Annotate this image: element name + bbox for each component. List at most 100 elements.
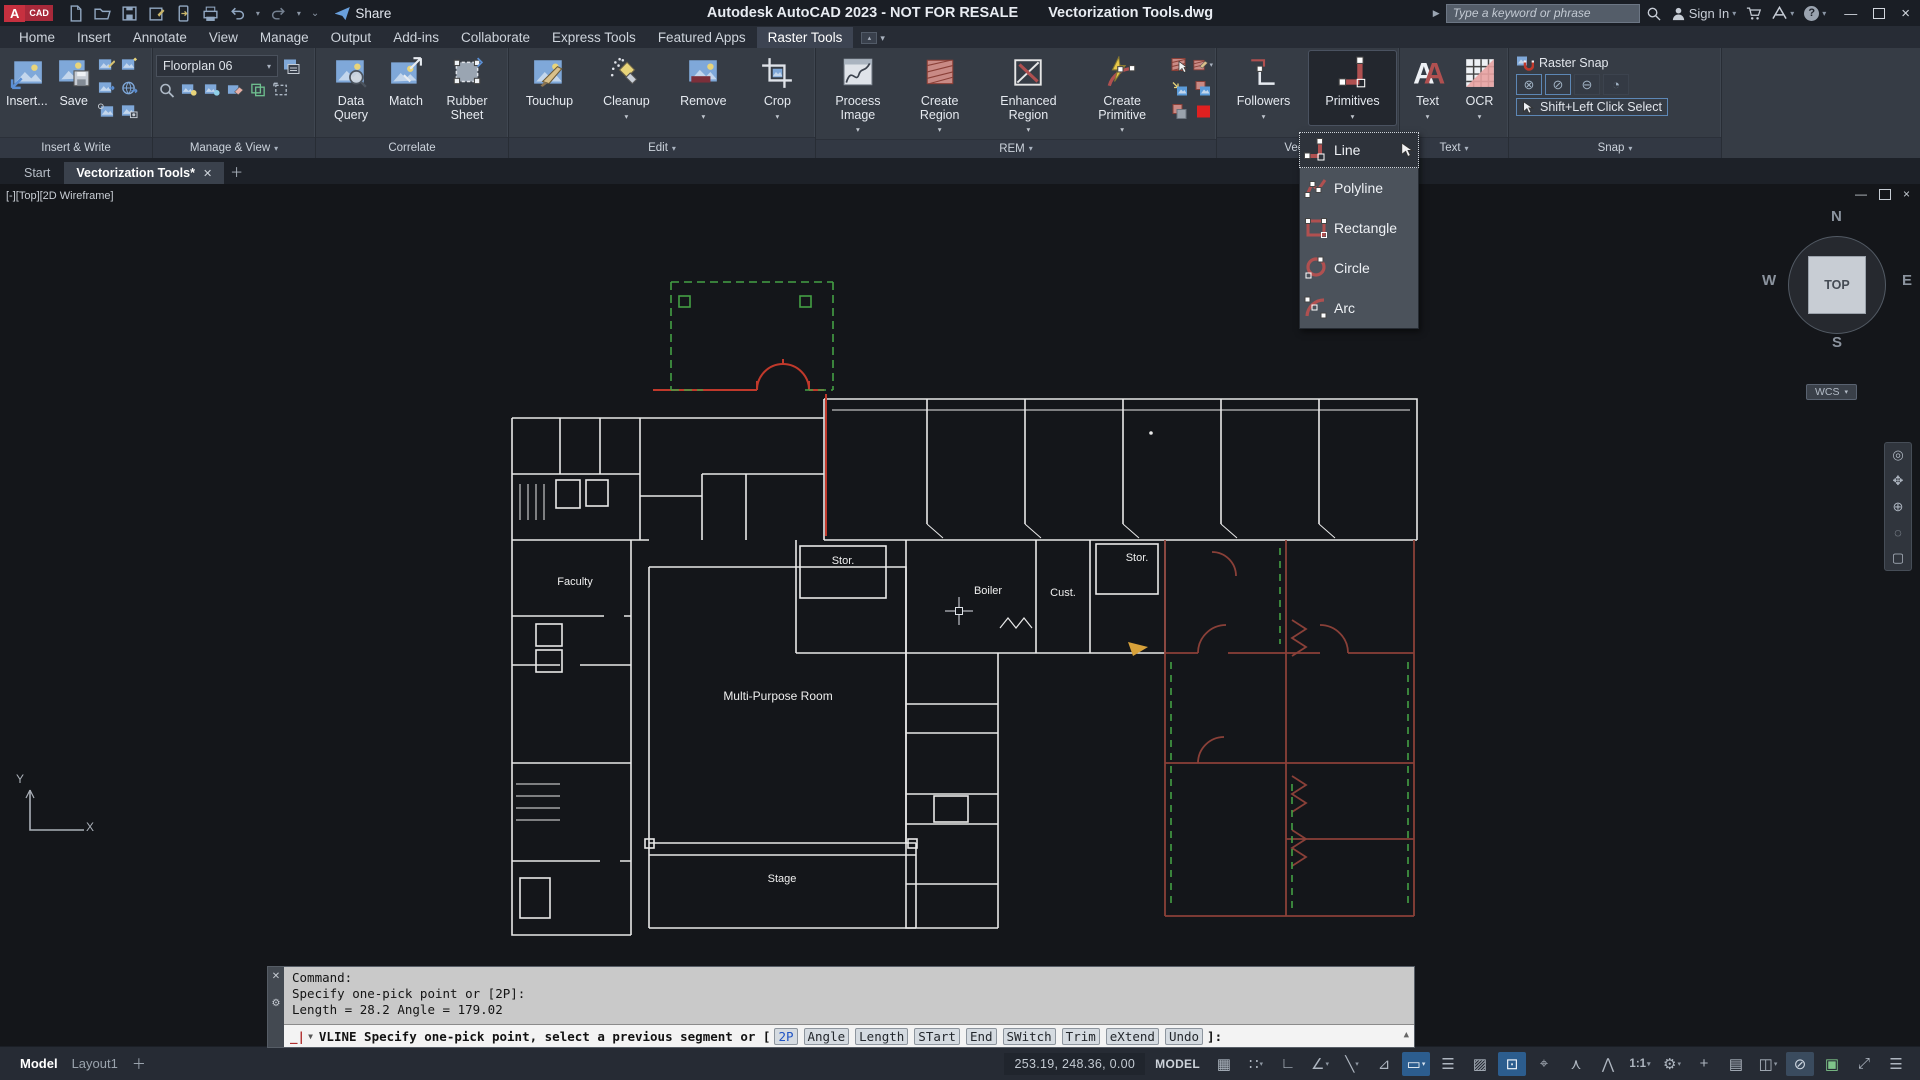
orbit-icon[interactable]: ◌ <box>1894 525 1902 540</box>
viewcube-west[interactable]: W <box>1762 272 1776 289</box>
isodraft-toggle[interactable]: ╲▾ <box>1338 1052 1366 1076</box>
rem-gray-icon[interactable] <box>1170 101 1190 121</box>
cleanup-button[interactable]: Cleanup ▾ <box>589 51 664 125</box>
option-2p[interactable]: 2P <box>774 1028 797 1045</box>
wcs-menu[interactable]: WCS▾ <box>1806 384 1857 400</box>
lineweight-toggle[interactable]: ☰ <box>1434 1052 1462 1076</box>
search-collapse-icon[interactable]: ▶ <box>1433 8 1440 19</box>
save-icon[interactable] <box>121 5 138 22</box>
snap-center-toggle[interactable]: ⊖ <box>1574 74 1600 95</box>
image-frames-icon[interactable] <box>250 82 267 98</box>
workspace-switching-button[interactable]: ⚙▾ <box>1658 1052 1686 1076</box>
option-angle[interactable]: Angle <box>804 1028 850 1045</box>
option-end[interactable]: End <box>966 1028 997 1045</box>
help-button[interactable]: ? ▾ <box>1804 6 1826 21</box>
process-image-button[interactable]: Process Image ▾ <box>819 51 897 139</box>
viewcube-south[interactable]: S <box>1832 334 1842 351</box>
tab-raster-tools[interactable]: Raster Tools <box>757 27 854 48</box>
command-line-toggle[interactable]: ▤ <box>1722 1052 1750 1076</box>
web-image-icon[interactable] <box>120 78 140 98</box>
text-button[interactable]: AA Text ▾ <box>1403 51 1452 125</box>
snap-corner-toggle[interactable]: ◔ <box>1603 74 1629 95</box>
menu-item-arc[interactable]: Arc <box>1300 288 1418 328</box>
match-button[interactable]: Match <box>385 51 427 111</box>
tab-manage[interactable]: Manage <box>249 27 320 48</box>
tab-home[interactable]: Home <box>8 27 66 48</box>
primitives-button[interactable]: Primitives ▾ <box>1309 51 1396 125</box>
redo-dropdown-icon[interactable]: ▾ <box>297 9 301 18</box>
menu-item-circle[interactable]: Circle <box>1300 248 1418 288</box>
image-manager-icon[interactable] <box>282 58 300 75</box>
rem-merge-icon[interactable] <box>1193 78 1213 98</box>
new-image-icon[interactable] <box>120 55 140 75</box>
qat-customize-icon[interactable]: ⌄ <box>311 8 319 19</box>
snap-mode-toggle[interactable]: ∷▾ <box>1242 1052 1270 1076</box>
option-switch[interactable]: SWitch <box>1003 1028 1056 1045</box>
zoom-icon[interactable]: ⊕ <box>1893 499 1904 515</box>
tab-insert[interactable]: Insert <box>66 27 122 48</box>
enhanced-region-button[interactable]: Enhanced Region ▾ <box>983 51 1075 139</box>
dynamic-ucs-toggle[interactable]: ⋏ <box>1562 1052 1590 1076</box>
menu-item-line[interactable]: Line <box>1299 132 1419 168</box>
transparency-toggle[interactable]: ▨ <box>1466 1052 1494 1076</box>
command-recent-dropdown-icon[interactable]: ▼ <box>308 1032 313 1041</box>
image-extents-icon[interactable] <box>273 82 290 98</box>
sign-in-button[interactable]: Sign In ▾ <box>1671 6 1737 21</box>
fullscreen-toggle[interactable]: ⤢ <box>1850 1052 1878 1076</box>
clean-screen-toggle[interactable]: + <box>1690 1052 1718 1076</box>
touchup-button[interactable]: Touchup <box>512 51 587 111</box>
layout1-tab[interactable]: Layout1 <box>72 1056 118 1071</box>
tab-view[interactable]: View <box>198 27 249 48</box>
share-button[interactable]: Share <box>335 6 391 21</box>
sign-in-dropdown-icon[interactable]: ▾ <box>1732 9 1736 18</box>
annotation-visibility-toggle[interactable]: ⋀ <box>1594 1052 1622 1076</box>
space-badge[interactable]: MODEL <box>1149 1057 1206 1071</box>
export-image-icon[interactable] <box>97 78 117 98</box>
panel-footer-manage-view[interactable]: Manage & View▾ <box>153 137 315 158</box>
3d-object-snap-toggle[interactable]: ⌖ <box>1530 1052 1558 1076</box>
pan-icon[interactable]: ✥ <box>1893 473 1904 489</box>
tab-add-ins[interactable]: Add-ins <box>382 27 450 48</box>
remove-button[interactable]: Remove ▾ <box>666 51 741 125</box>
model-tab[interactable]: Model <box>20 1056 58 1071</box>
option-start[interactable]: STart <box>914 1028 960 1045</box>
osnap-tracking-toggle[interactable]: ⊿ <box>1370 1052 1398 1076</box>
coordinates-readout[interactable]: 253.19, 248.36, 0.00 <box>1004 1053 1145 1075</box>
insert-image-button[interactable]: Insert... <box>3 51 51 111</box>
file-tab-start[interactable]: Start <box>12 162 62 184</box>
snap-end-toggle[interactable]: ⊘ <box>1545 74 1571 95</box>
viewcube-east[interactable]: E <box>1902 272 1912 289</box>
search-icon[interactable] <box>1646 6 1661 21</box>
viewcube-north[interactable]: N <box>1831 208 1842 225</box>
panel-footer-correlate[interactable]: Correlate <box>316 137 508 158</box>
zoom-to-image-icon[interactable] <box>158 82 175 98</box>
panel-footer-snap[interactable]: Snap▾ <box>1509 137 1721 158</box>
menu-item-polyline[interactable]: Polyline <box>1300 168 1418 208</box>
followers-button[interactable]: Followers ▾ <box>1220 51 1307 125</box>
showmotion-icon[interactable]: ▢ <box>1892 550 1904 566</box>
crop-button[interactable]: Crop ▾ <box>743 51 812 125</box>
image-select-dropdown[interactable]: Floorplan 06 ▾ <box>156 55 278 77</box>
etransmit-icon[interactable] <box>175 5 192 22</box>
graphics-performance-toggle[interactable]: ⊘ <box>1786 1052 1814 1076</box>
search-input[interactable] <box>1446 4 1640 23</box>
ocr-button[interactable]: OCR ▾ <box>1454 51 1505 125</box>
smart-pick-icon[interactable] <box>1170 55 1190 75</box>
shift-left-click-select-toggle[interactable]: Shift+Left Click Select <box>1516 98 1668 116</box>
selection-cycling-toggle[interactable]: ⊡ <box>1498 1052 1526 1076</box>
ortho-mode-toggle[interactable]: ∟ <box>1274 1052 1302 1076</box>
grid-display-toggle[interactable]: ▦ <box>1210 1052 1238 1076</box>
panel-footer-edit[interactable]: Edit▾ <box>509 137 815 158</box>
command-scroll-up-icon[interactable]: ▲ <box>1404 1030 1409 1040</box>
write-options-icon[interactable] <box>97 55 117 75</box>
hardware-acceleration-icon[interactable]: ▣ <box>1818 1052 1846 1076</box>
capture-image-icon[interactable] <box>120 101 140 121</box>
create-region-button[interactable]: Create Region ▾ <box>899 51 981 139</box>
file-tab-active-document[interactable]: Vectorization Tools* ✕ <box>64 162 224 184</box>
panel-footer-insert-write[interactable]: Insert & Write <box>0 137 152 158</box>
open-file-icon[interactable] <box>94 5 111 22</box>
region-edit-icon[interactable]: ▾ <box>1193 55 1213 75</box>
command-input-line[interactable]: _| ▼ VLINE Specify one-pick point, selec… <box>284 1024 1414 1047</box>
data-query-button[interactable]: Data Query <box>319 51 383 124</box>
command-palette-grip[interactable]: ✕ ⚙ <box>268 967 284 1047</box>
